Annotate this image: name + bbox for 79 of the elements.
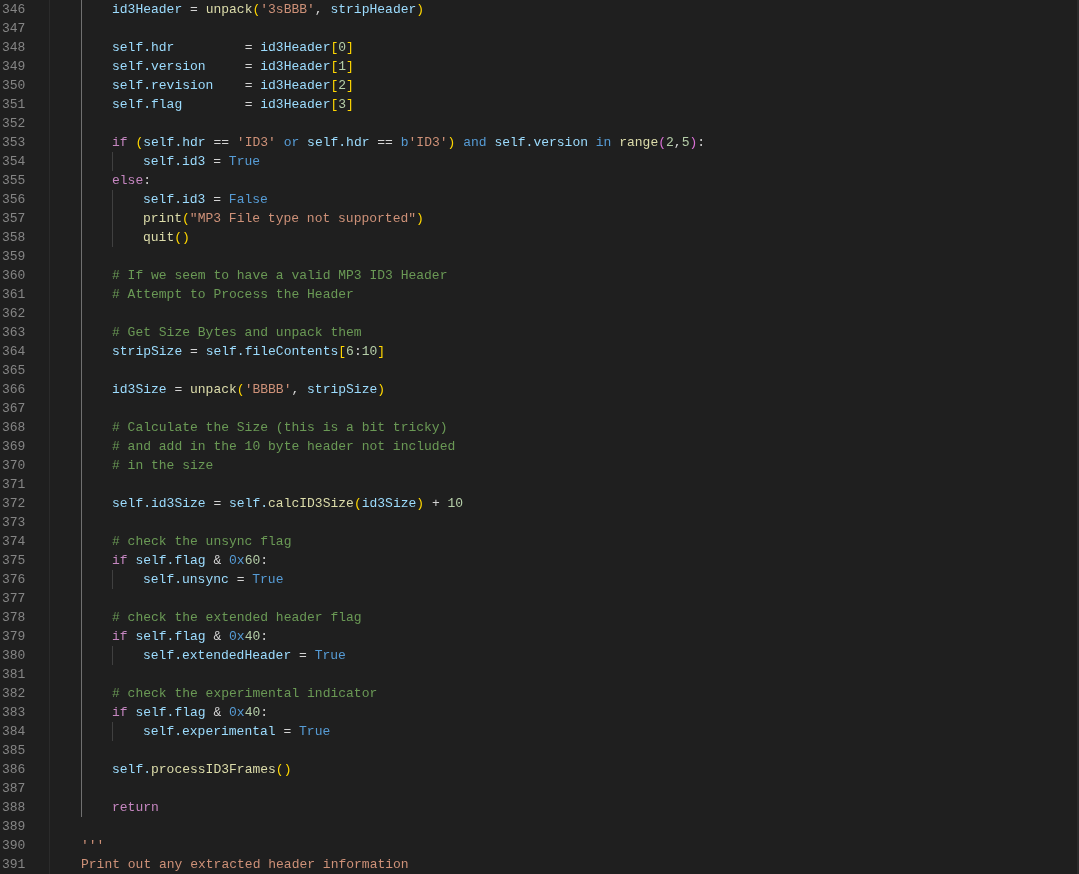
code-line: id3Size = unpack('BBBB', stripSize) [112, 381, 386, 399]
line-number: 381 [2, 666, 26, 684]
line-number: 369 [2, 438, 26, 456]
line-number: 387 [2, 780, 26, 798]
line-number: 378 [2, 609, 26, 627]
line-number: 351 [2, 96, 26, 114]
code-line: else: [112, 172, 152, 190]
line-number: 375 [2, 552, 26, 570]
code-line: # and add in the 10 byte header not included [112, 438, 456, 456]
line-number: 350 [2, 77, 26, 95]
code-line: if (self.hdr == 'ID3' or self.hdr == b'ID3') and self.version in range(2,5): [112, 134, 706, 152]
code-line: self.hdr = id3Header[0] [112, 39, 354, 57]
line-number: 347 [2, 20, 26, 38]
line-number: 348 [2, 39, 26, 57]
code-line: # check the unsync flag [112, 533, 292, 551]
code-line: self.id3 = True [143, 153, 261, 171]
code-line: Print out any extracted header information [81, 856, 409, 874]
code-line: if self.flag & 0x40: [112, 628, 269, 646]
line-number: 352 [2, 115, 26, 133]
code-line: quit() [143, 229, 190, 247]
code-line: self.unsync = True [143, 571, 284, 589]
code-line: self.flag = id3Header[3] [112, 96, 354, 114]
code-line: self.revision = id3Header[2] [112, 77, 354, 95]
line-number: 380 [2, 647, 26, 665]
line-number: 388 [2, 799, 26, 817]
line-number: 384 [2, 723, 26, 741]
code-line: self.extendedHeader = True [143, 647, 346, 665]
line-number: 390 [2, 837, 26, 855]
code-line: # Calculate the Size (this is a bit tricky) [112, 419, 448, 437]
code-line: self.id3 = False [143, 191, 268, 209]
line-number: 363 [2, 324, 26, 342]
line-number: 370 [2, 457, 26, 475]
code-line: if self.flag & 0x60: [112, 552, 269, 570]
line-number: 358 [2, 229, 26, 247]
code-line: # check the extended header flag [112, 609, 362, 627]
code-line: stripSize = self.fileContents[6:10] [112, 343, 386, 361]
code-line: self.version = id3Header[1] [112, 58, 354, 76]
code-line: self.processID3Frames() [112, 761, 292, 779]
line-number: 367 [2, 400, 26, 418]
code-line: ''' [81, 837, 105, 855]
code-line: if self.flag & 0x40: [112, 704, 269, 722]
code-line: # in the size [112, 457, 214, 475]
line-number: 371 [2, 476, 26, 494]
code-line: id3Header = unpack('3sBBB', stripHeader) [112, 1, 425, 19]
line-number: 374 [2, 533, 26, 551]
line-number: 349 [2, 58, 26, 76]
line-number: 372 [2, 495, 26, 513]
line-number: 385 [2, 742, 26, 760]
line-number: 373 [2, 514, 26, 532]
code-line: self.experimental = True [143, 723, 331, 741]
line-number: 359 [2, 248, 26, 266]
line-number: 357 [2, 210, 26, 228]
code-line: print("MP3 File type not supported") [143, 210, 424, 228]
line-number: 383 [2, 704, 26, 722]
code-line: return [112, 799, 159, 817]
line-number: 391 [2, 856, 26, 874]
line-number: 386 [2, 761, 26, 779]
line-number: 356 [2, 191, 26, 209]
line-number: 379 [2, 628, 26, 646]
line-number: 366 [2, 381, 26, 399]
line-number: 354 [2, 153, 26, 171]
line-number: 368 [2, 419, 26, 437]
line-number: 353 [2, 134, 26, 152]
line-number: 361 [2, 286, 26, 304]
code-line: # check the experimental indicator [112, 685, 378, 703]
line-number: 365 [2, 362, 26, 380]
line-number: 355 [2, 172, 26, 190]
line-number: 362 [2, 305, 26, 323]
code-line: # Get Size Bytes and unpack them [112, 324, 362, 342]
line-number: 364 [2, 343, 26, 361]
code-line: # Attempt to Process the Header [112, 286, 354, 304]
line-number: 346 [2, 1, 26, 19]
code-line: # If we seem to have a valid MP3 ID3 Header [112, 267, 448, 285]
line-number: 376 [2, 571, 26, 589]
line-number: 377 [2, 590, 26, 608]
line-number: 382 [2, 685, 26, 703]
line-number: 360 [2, 267, 26, 285]
code-line: self.id3Size = self.calcID3Size(id3Size) + 10 [112, 495, 464, 513]
line-number: 389 [2, 818, 26, 836]
